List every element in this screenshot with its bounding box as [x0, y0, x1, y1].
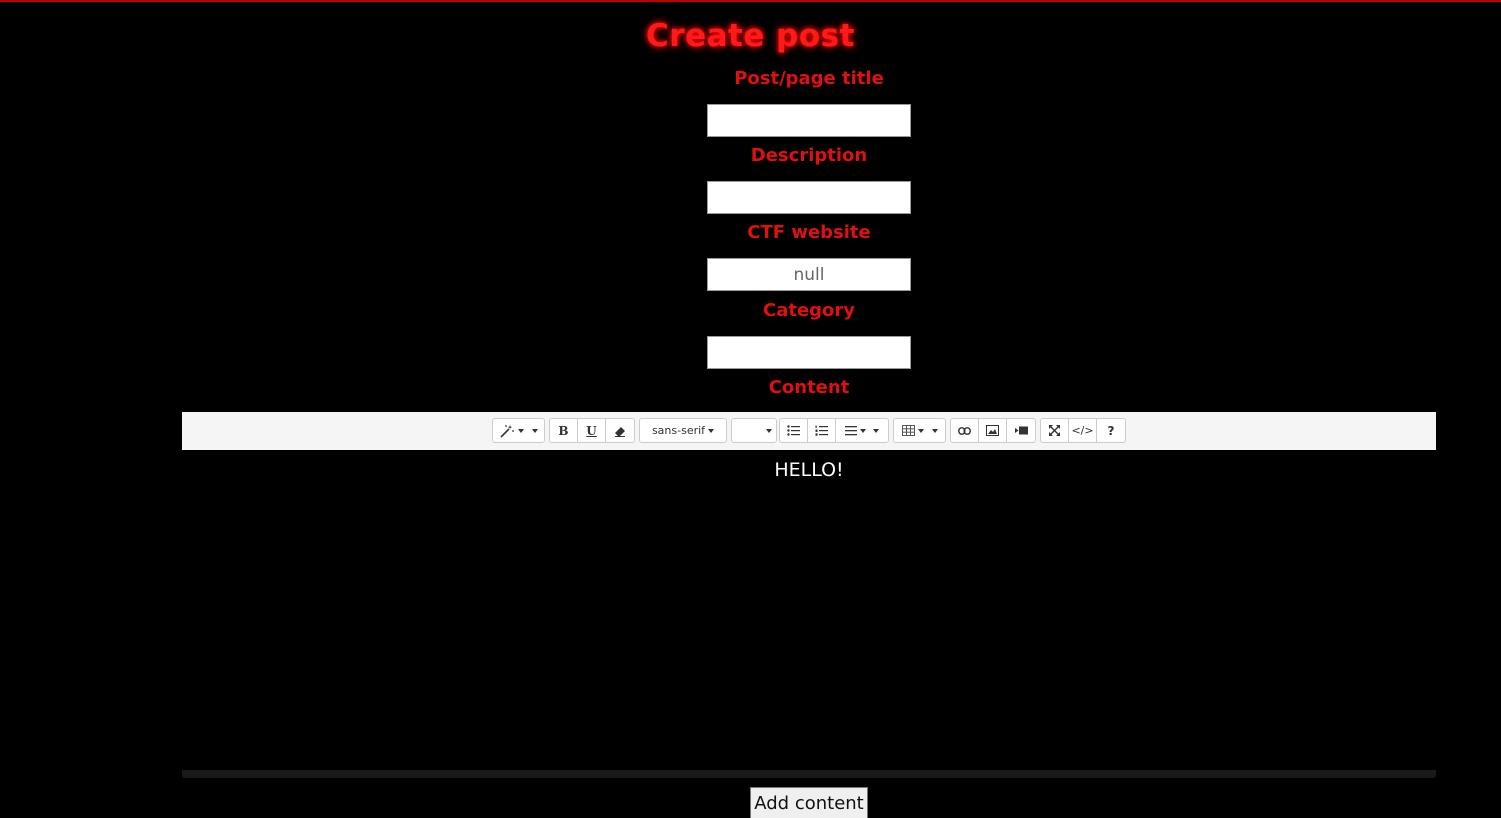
- description-label: Description: [750, 145, 868, 166]
- editor-text: HELLO!: [774, 459, 844, 481]
- picture-icon: [986, 425, 999, 436]
- table-icon: [901, 425, 915, 436]
- insert-link-button[interactable]: [951, 419, 979, 442]
- font-style-group: B U: [549, 418, 635, 443]
- chevron-down-icon: [931, 428, 938, 433]
- ordered-list-button[interactable]: [808, 419, 836, 442]
- style-group: [492, 418, 545, 443]
- insert-group: [950, 418, 1036, 443]
- editor-toolbar: B U sans-serif </> ?: [182, 412, 1436, 451]
- fullscreen-button[interactable]: [1041, 419, 1069, 442]
- chevron-down-icon: [873, 428, 879, 433]
- post-title-label: Post/page title: [734, 68, 884, 89]
- unordered-list-icon: [787, 425, 800, 436]
- page-title: Create post: [646, 18, 855, 54]
- chevron-down-icon: [766, 428, 772, 433]
- content-label: Content: [768, 377, 850, 398]
- insert-picture-button[interactable]: [979, 419, 1007, 442]
- font-family-value: sans-serif: [651, 424, 706, 437]
- link-icon: [958, 426, 971, 435]
- category-label: Category: [762, 300, 856, 321]
- ordered-list-icon: [815, 425, 828, 436]
- clear-format-button[interactable]: [606, 419, 634, 442]
- category-input[interactable]: [707, 336, 911, 369]
- ctf-website-input[interactable]: [707, 258, 911, 291]
- font-size-group: [731, 418, 777, 443]
- add-content-button[interactable]: Add content: [750, 787, 868, 818]
- chevron-down-icon: [860, 428, 866, 433]
- insert-video-button[interactable]: [1007, 419, 1035, 442]
- font-family-dropdown[interactable]: sans-serif: [640, 419, 726, 442]
- magic-wand-icon: [499, 424, 515, 438]
- font-family-group: sans-serif: [639, 418, 727, 443]
- help-button[interactable]: ?: [1097, 419, 1125, 442]
- post-title-input[interactable]: [707, 104, 911, 137]
- chevron-down-icon: [532, 428, 538, 433]
- paragraph-align-dropdown[interactable]: [836, 419, 888, 442]
- bold-button[interactable]: B: [550, 419, 578, 442]
- unordered-list-button[interactable]: [780, 419, 808, 442]
- editor-content-area[interactable]: HELLO!: [182, 450, 1436, 770]
- align-left-icon: [845, 425, 857, 436]
- underline-button[interactable]: U: [578, 419, 606, 442]
- create-post-page: Create post Post/page title Description …: [0, 0, 1501, 818]
- fullscreen-icon: [1049, 425, 1060, 436]
- table-dropdown[interactable]: [894, 419, 945, 442]
- style-dropdown-button[interactable]: [493, 419, 544, 442]
- table-group: [893, 418, 946, 443]
- code-view-button[interactable]: </>: [1069, 419, 1097, 442]
- description-input[interactable]: [707, 181, 911, 214]
- chevron-down-icon: [518, 428, 524, 433]
- paragraph-group: [779, 418, 889, 443]
- chevron-down-icon: [708, 428, 715, 433]
- video-icon: [1014, 426, 1028, 435]
- font-size-dropdown[interactable]: [732, 419, 776, 442]
- editor-resize-bar[interactable]: [182, 770, 1436, 778]
- eraser-icon: [614, 425, 626, 437]
- chevron-down-icon: [917, 428, 924, 433]
- ctf-website-label: CTF website: [747, 222, 871, 243]
- view-group: </> ?: [1040, 418, 1126, 443]
